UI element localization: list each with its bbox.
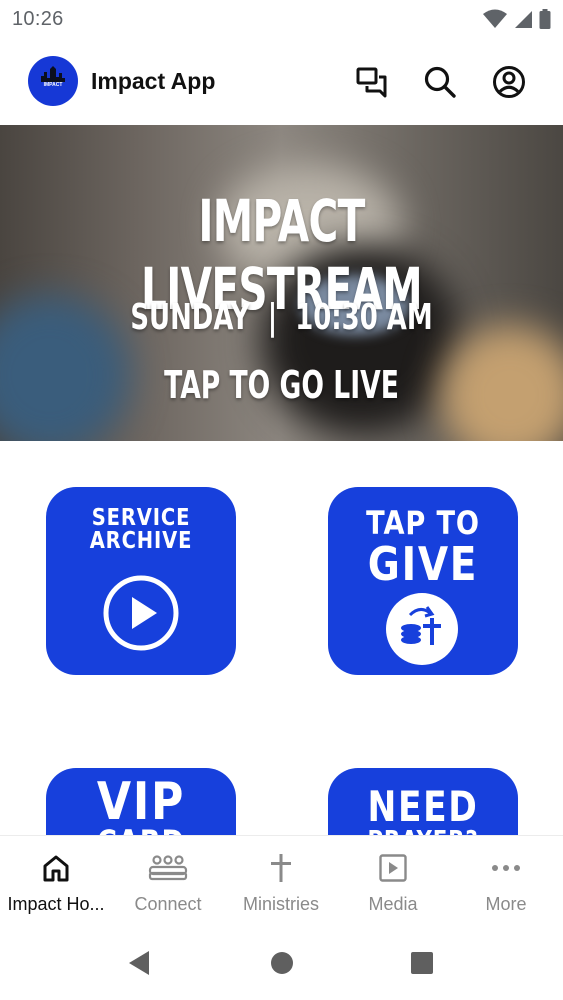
status-icons [483,9,551,29]
status-time: 10:26 [12,8,64,30]
nav-item-connect[interactable]: Connect [112,836,224,926]
tile-title-line1: TAP TO [366,504,480,542]
home-icon [40,852,72,884]
cross-icon [265,852,297,884]
hero-cta: TAP TO GO LIVE [164,363,399,407]
give-coins-icon [386,593,458,665]
recents-icon[interactable] [410,950,434,976]
nav-label: Connect [134,894,202,914]
give-tile[interactable]: TAP TO GIVE [328,487,518,675]
tile-title-line1: VIP [96,772,186,832]
account-icon [493,66,525,98]
tile-title-line2: GIVE [367,537,479,591]
tile-title-line1: SERVICE [91,505,191,531]
tile-title-line2: ARCHIVE [89,528,193,554]
nav-label: More [485,894,527,914]
chat-icon [356,67,387,98]
more-icon [490,852,522,884]
profile-button[interactable] [491,64,527,100]
nav-label: Ministries [242,894,319,914]
app-title: Impact App [91,68,216,94]
app-logo[interactable]: IMPACT [28,56,78,106]
search-icon [424,66,456,98]
nav-item-home[interactable]: Impact Ho... [0,836,112,926]
media-icon [377,852,409,884]
battery-icon [539,9,551,29]
hero-schedule: SUNDAY | 10:30 AM [130,297,433,338]
nav-label: Impact Ho... [7,894,105,914]
wifi-icon [483,9,507,28]
nav-item-ministries[interactable]: Ministries [225,836,337,926]
bottom-nav: Impact Ho... Connect Ministries Media Mo… [0,835,563,925]
system-nav [0,925,563,1000]
home-circle-icon[interactable] [270,950,294,976]
play-circle-icon [103,575,179,651]
nav-label: Media [368,894,418,914]
nav-item-media[interactable]: Media [337,836,449,926]
livestream-banner[interactable]: IMPACT LIVESTREAM SUNDAY | 10:30 AM TAP … [0,125,563,441]
logo-text: IMPACT [43,82,63,88]
service-archive-tile[interactable]: SERVICE ARCHIVE [46,487,236,675]
status-bar: 10:26 [0,0,563,40]
chat-button[interactable] [354,64,390,100]
search-button[interactable] [422,64,458,100]
tile-title-line1: NEED [367,782,479,831]
nav-item-more[interactable]: More [450,836,562,926]
back-icon[interactable] [127,950,151,976]
signal-icon [515,11,532,28]
people-icon [148,852,188,884]
skyline-icon [41,66,65,82]
app-header: IMPACT Impact App [0,40,563,124]
